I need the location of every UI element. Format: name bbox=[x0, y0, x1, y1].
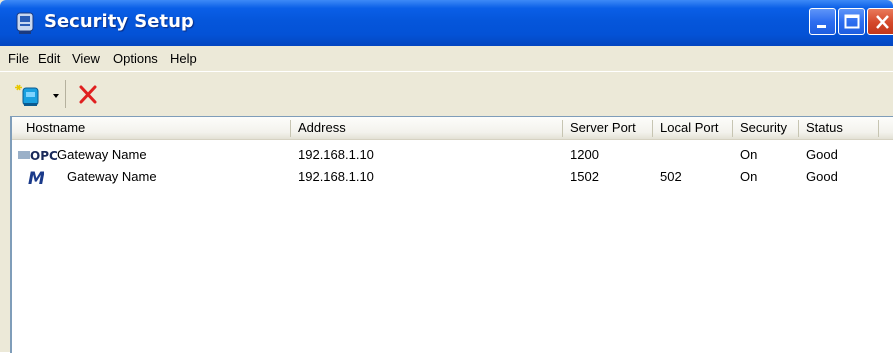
menu-edit[interactable]: Edit bbox=[38, 51, 60, 66]
maximize-icon bbox=[844, 14, 860, 29]
column-status[interactable]: Status bbox=[800, 117, 876, 139]
menu-bar: File Edit View Options Help bbox=[0, 46, 893, 71]
hostname-cell: Gateway Name bbox=[57, 147, 147, 162]
minimize-button[interactable] bbox=[809, 8, 836, 35]
maximize-button[interactable] bbox=[838, 8, 865, 35]
modbus-m-icon: M bbox=[28, 169, 44, 185]
hostname-cell: Gateway Name bbox=[67, 169, 157, 184]
close-icon bbox=[876, 15, 889, 29]
server-port-cell: 1200 bbox=[570, 147, 599, 162]
local-port-cell: 502 bbox=[660, 169, 682, 184]
menu-view[interactable]: View bbox=[72, 51, 100, 66]
gateway-list[interactable]: Hostname Address Server Port Local Port … bbox=[10, 116, 893, 353]
list-item[interactable]: M Gateway Name 192.168.1.10 1502 502 On … bbox=[12, 166, 893, 188]
address-cell: 192.168.1.10 bbox=[298, 147, 374, 162]
toolbar bbox=[0, 72, 893, 116]
address-cell: 192.168.1.10 bbox=[298, 169, 374, 184]
menu-options[interactable]: Options bbox=[113, 51, 158, 66]
dropdown-arrow-icon[interactable] bbox=[50, 84, 62, 106]
column-divider[interactable] bbox=[562, 120, 563, 137]
minimize-icon bbox=[817, 25, 826, 28]
close-button[interactable] bbox=[867, 8, 893, 35]
status-cell: Good bbox=[806, 169, 838, 184]
security-cell: On bbox=[740, 147, 758, 162]
column-divider[interactable] bbox=[652, 120, 653, 137]
column-security[interactable]: Security bbox=[734, 117, 796, 139]
column-address[interactable]: Address bbox=[292, 117, 560, 139]
status-cell: Good bbox=[806, 147, 838, 162]
column-divider[interactable] bbox=[798, 120, 799, 137]
menu-file[interactable]: File bbox=[8, 51, 29, 66]
server-port-cell: 1502 bbox=[570, 169, 599, 184]
column-divider[interactable] bbox=[732, 120, 733, 137]
column-local-port[interactable]: Local Port bbox=[654, 117, 730, 139]
column-server-port[interactable]: Server Port bbox=[564, 117, 650, 139]
list-item[interactable]: OPC Gateway Name 192.168.1.10 1200 On Go… bbox=[12, 144, 893, 166]
security-setup-window: Security Setup File Edit View Options He… bbox=[0, 0, 893, 353]
security-cell: On bbox=[740, 169, 758, 184]
svg-text:OPC: OPC bbox=[30, 149, 58, 162]
title-bar[interactable]: Security Setup bbox=[0, 0, 893, 46]
gateway-icon bbox=[16, 12, 34, 34]
svg-text:M: M bbox=[28, 169, 44, 185]
column-divider[interactable] bbox=[290, 120, 291, 137]
list-header: Hostname Address Server Port Local Port … bbox=[12, 117, 893, 140]
menu-help[interactable]: Help bbox=[170, 51, 197, 66]
new-gateway-icon[interactable] bbox=[14, 82, 42, 108]
toolbar-separator bbox=[65, 80, 66, 108]
column-divider[interactable] bbox=[878, 120, 879, 137]
column-hostname[interactable]: Hostname bbox=[20, 117, 288, 139]
delete-x-icon[interactable] bbox=[74, 82, 102, 108]
window-title: Security Setup bbox=[44, 11, 194, 32]
